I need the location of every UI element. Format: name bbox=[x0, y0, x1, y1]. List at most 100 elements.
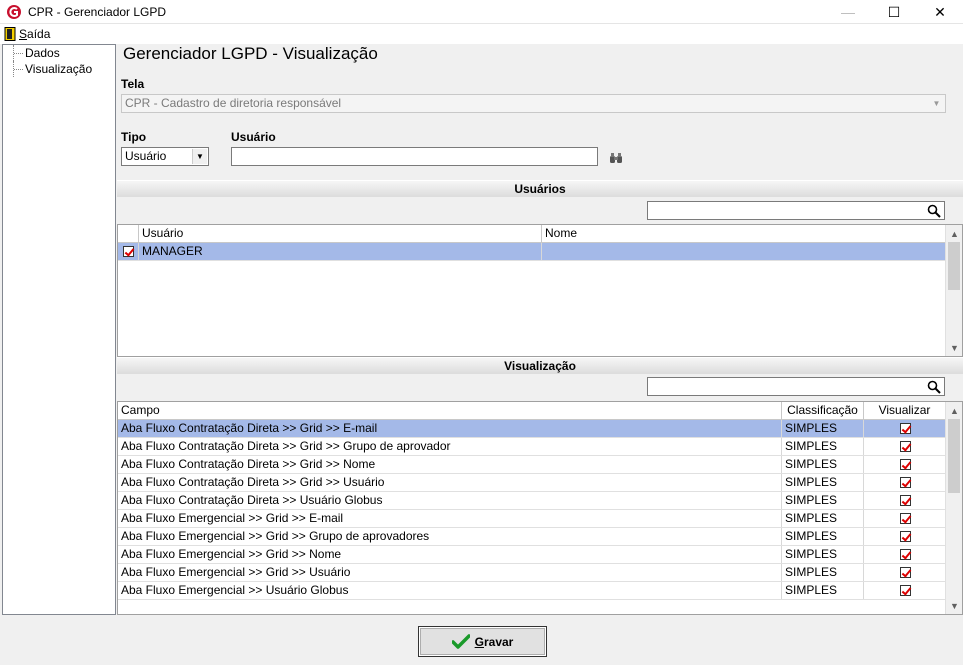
menu-saida-label: Saída bbox=[19, 27, 51, 41]
column-header-nome[interactable]: Nome bbox=[542, 225, 947, 243]
usuarios-search-input[interactable] bbox=[647, 201, 945, 220]
scroll-down-icon[interactable]: ▼ bbox=[946, 597, 962, 614]
cell-campo: Aba Fluxo Contratação Direta >> Grid >> … bbox=[118, 420, 782, 437]
cell-nome bbox=[542, 243, 946, 260]
search-icon[interactable] bbox=[927, 204, 941, 218]
cell-classificacao: SIMPLES bbox=[782, 510, 864, 527]
table-row[interactable]: Aba Fluxo Contratação Direta >> Grid >> … bbox=[118, 420, 946, 438]
table-row[interactable]: Aba Fluxo Emergencial >> Grid >> E-mail S… bbox=[118, 510, 946, 528]
table-row[interactable]: Aba Fluxo Contratação Direta >> Grid >> … bbox=[118, 456, 946, 474]
cell-classificacao: SIMPLES bbox=[782, 420, 864, 437]
navigation-tree: Dados Visualização bbox=[2, 44, 116, 615]
cell-usuario: MANAGER bbox=[139, 243, 542, 260]
usuarios-grid: Usuário Nome MANAGER ▲ ▼ bbox=[117, 224, 963, 357]
visualizar-checkbox[interactable] bbox=[899, 459, 911, 470]
table-row[interactable]: Aba Fluxo Contratação Direta >> Grid >> … bbox=[118, 438, 946, 456]
tela-label: Tela bbox=[121, 77, 145, 91]
usuarios-section-header: Usuários bbox=[117, 180, 963, 197]
menu-saida[interactable]: Saída bbox=[0, 27, 50, 41]
cell-visualizar bbox=[864, 582, 946, 599]
tipo-value: Usuário bbox=[125, 149, 167, 163]
scroll-thumb[interactable] bbox=[948, 242, 960, 290]
tree-item-label: Visualização bbox=[25, 62, 93, 76]
column-header-classificacao[interactable]: Classificação bbox=[782, 402, 864, 420]
tree-item-visualizacao[interactable]: Visualização bbox=[3, 61, 115, 77]
cell-visualizar bbox=[864, 474, 946, 491]
tipo-label: Tipo bbox=[121, 130, 147, 144]
visualizar-checkbox[interactable] bbox=[899, 549, 911, 560]
visualizacao-search-input[interactable] bbox=[647, 377, 945, 396]
tela-value: CPR - Cadastro de diretoria responsável bbox=[125, 96, 342, 110]
scroll-up-icon[interactable]: ▲ bbox=[946, 225, 962, 242]
visualizar-checkbox[interactable] bbox=[899, 567, 911, 578]
cell-classificacao: SIMPLES bbox=[782, 456, 864, 473]
scroll-up-icon[interactable]: ▲ bbox=[946, 402, 962, 419]
visualizar-checkbox[interactable] bbox=[899, 513, 911, 524]
minimize-icon: — bbox=[841, 4, 855, 20]
row-checkbox[interactable] bbox=[122, 246, 134, 257]
visualizar-checkbox[interactable] bbox=[899, 441, 911, 452]
cell-classificacao: SIMPLES bbox=[782, 438, 864, 455]
cell-visualizar bbox=[864, 510, 946, 527]
tree-item-dados[interactable]: Dados bbox=[3, 45, 115, 61]
usuario-input[interactable] bbox=[231, 147, 598, 166]
cell-campo: Aba Fluxo Emergencial >> Grid >> E-mail bbox=[118, 510, 782, 527]
cell-visualizar bbox=[864, 564, 946, 581]
column-header-usuario[interactable]: Usuário bbox=[139, 225, 542, 243]
visualizacao-rows: Aba Fluxo Contratação Direta >> Grid >> … bbox=[118, 420, 962, 600]
exit-door-icon bbox=[4, 27, 16, 41]
column-header-visualizar[interactable]: Visualizar bbox=[864, 402, 946, 420]
gravar-button[interactable]: Gravar bbox=[418, 626, 547, 657]
usuarios-vertical-scrollbar[interactable]: ▲ ▼ bbox=[945, 225, 962, 356]
checkmark-icon bbox=[451, 633, 470, 649]
usuarios-grid-header: Usuário Nome bbox=[118, 225, 962, 243]
cell-visualizar bbox=[864, 546, 946, 563]
maximize-button[interactable]: ☐ bbox=[871, 0, 917, 24]
visualizar-checkbox[interactable] bbox=[899, 423, 911, 434]
cell-campo: Aba Fluxo Contratação Direta >> Usuário … bbox=[118, 492, 782, 509]
visualizar-checkbox[interactable] bbox=[899, 531, 911, 542]
checkbox-column-header bbox=[118, 225, 139, 243]
visualizar-checkbox[interactable] bbox=[899, 495, 911, 506]
cell-visualizar bbox=[864, 492, 946, 509]
table-row[interactable]: Aba Fluxo Emergencial >> Grid >> Usuário… bbox=[118, 564, 946, 582]
tela-combobox[interactable]: CPR - Cadastro de diretoria responsável … bbox=[121, 94, 946, 113]
cell-classificacao: SIMPLES bbox=[782, 528, 864, 545]
close-button[interactable]: ✕ bbox=[917, 0, 963, 24]
cell-visualizar bbox=[864, 456, 946, 473]
binoculars-search-icon[interactable] bbox=[609, 152, 623, 164]
app-logo-icon bbox=[7, 4, 21, 19]
table-row[interactable]: Aba Fluxo Contratação Direta >> Usuário … bbox=[118, 492, 946, 510]
maximize-icon: ☐ bbox=[887, 3, 901, 20]
cell-campo: Aba Fluxo Contratação Direta >> Grid >> … bbox=[118, 438, 782, 455]
table-row[interactable]: Aba Fluxo Emergencial >> Grid >> Grupo d… bbox=[118, 528, 946, 546]
cell-campo: Aba Fluxo Emergencial >> Grid >> Grupo d… bbox=[118, 528, 782, 545]
cell-classificacao: SIMPLES bbox=[782, 492, 864, 509]
tree-item-label: Dados bbox=[25, 46, 60, 60]
table-row[interactable]: MANAGER bbox=[118, 243, 946, 261]
search-icon[interactable] bbox=[927, 380, 941, 394]
menu-bar: Saída bbox=[0, 24, 963, 44]
cell-classificacao: SIMPLES bbox=[782, 546, 864, 563]
gravar-label: Gravar bbox=[474, 634, 514, 649]
column-header-campo[interactable]: Campo bbox=[118, 402, 782, 420]
visualizacao-section-header: Visualização bbox=[117, 357, 963, 374]
minimize-button[interactable]: — bbox=[825, 0, 871, 24]
cell-campo: Aba Fluxo Emergencial >> Usuário Globus bbox=[118, 582, 782, 599]
visualizacao-vertical-scrollbar[interactable]: ▲ ▼ bbox=[945, 402, 962, 614]
table-row[interactable]: Aba Fluxo Emergencial >> Grid >> Nome SIM… bbox=[118, 546, 946, 564]
scroll-down-icon[interactable]: ▼ bbox=[946, 339, 962, 356]
visualizar-checkbox[interactable] bbox=[899, 585, 911, 596]
table-row[interactable]: Aba Fluxo Emergencial >> Usuário Globus S… bbox=[118, 582, 946, 600]
visualizar-checkbox[interactable] bbox=[899, 477, 911, 488]
table-row[interactable]: Aba Fluxo Contratação Direta >> Grid >> … bbox=[118, 474, 946, 492]
cell-campo: Aba Fluxo Emergencial >> Grid >> Nome bbox=[118, 546, 782, 563]
chevron-down-icon: ▼ bbox=[192, 149, 207, 164]
cell-campo: Aba Fluxo Contratação Direta >> Grid >> … bbox=[118, 456, 782, 473]
tipo-combobox[interactable]: Usuário ▼ bbox=[121, 147, 209, 166]
usuario-label: Usuário bbox=[231, 130, 276, 144]
cell-classificacao: SIMPLES bbox=[782, 474, 864, 491]
cell-campo: Aba Fluxo Emergencial >> Grid >> Usuário bbox=[118, 564, 782, 581]
close-icon: ✕ bbox=[934, 3, 946, 20]
scroll-thumb[interactable] bbox=[948, 419, 960, 493]
